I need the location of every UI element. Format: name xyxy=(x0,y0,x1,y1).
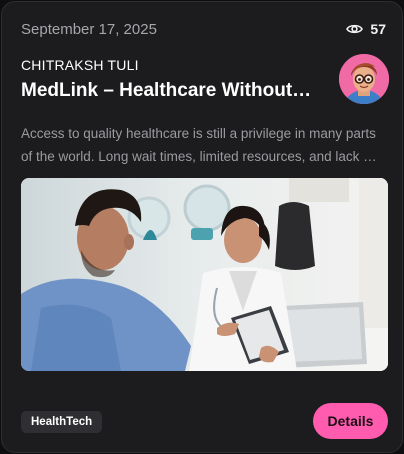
category-tag[interactable]: HealthTech xyxy=(21,411,103,433)
author-name[interactable]: CHITRAKSH TULI xyxy=(21,57,139,73)
eye-icon xyxy=(346,23,364,35)
post-date: September 17, 2025 xyxy=(21,20,157,38)
view-count: 57 xyxy=(346,21,386,37)
author-avatar[interactable] xyxy=(339,54,389,104)
view-count-value: 57 xyxy=(370,21,386,37)
post-title[interactable]: MedLink – Healthcare Without… xyxy=(21,80,321,102)
post-cover-image[interactable] xyxy=(21,178,388,371)
post-excerpt: Access to quality healthcare is still a … xyxy=(21,126,377,164)
details-button[interactable]: Details xyxy=(313,403,388,439)
card-meta-row: September 17, 2025 57 xyxy=(21,19,386,39)
blog-post-card[interactable]: September 17, 2025 57 CHITRAKSH TULI Med… xyxy=(1,1,403,453)
